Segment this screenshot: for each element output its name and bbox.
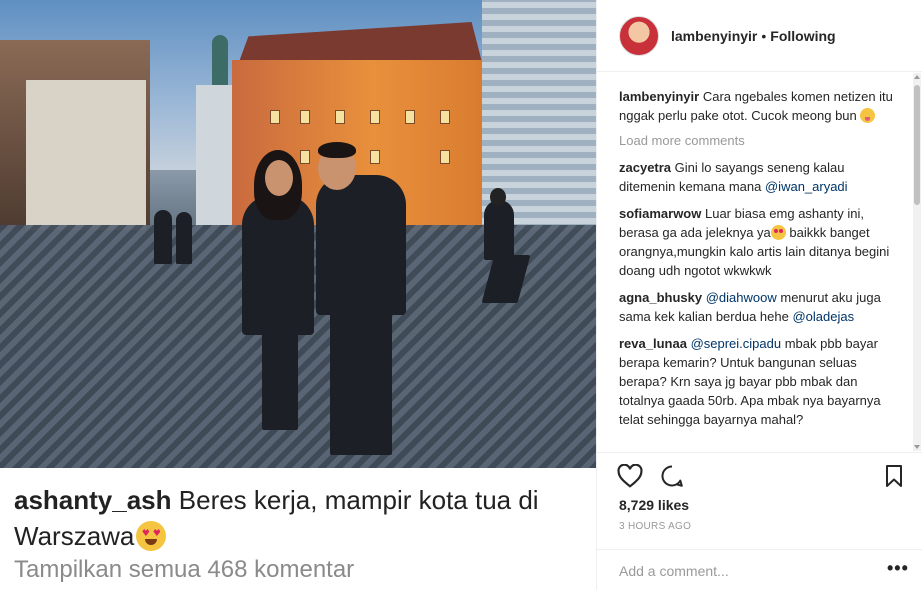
comment-username[interactable]: lambenyinyir [619, 89, 699, 104]
photo-window [440, 150, 450, 164]
scrollbar-thumb[interactable] [914, 85, 920, 205]
comment-username[interactable]: zacyetra [619, 160, 671, 175]
comment-username[interactable]: sofiamarwow [619, 206, 701, 221]
comment-item: agna_bhusky @diahwoow menurut aku juga s… [619, 288, 897, 326]
following-button[interactable]: Following [770, 28, 835, 44]
comment-mention[interactable]: @iwan_aryadi [765, 179, 848, 194]
post-media: ashanty_ash Beres kerja, mampir kota tua… [0, 0, 596, 590]
comment-item: sofiamarwow Luar biasa emg ashanty ini, … [619, 204, 897, 280]
photo-window [300, 150, 310, 164]
photo-hair [318, 142, 356, 158]
photo-person [316, 175, 406, 315]
add-comment-bar: ••• [597, 549, 922, 590]
more-options-icon[interactable]: ••• [887, 558, 909, 579]
show-all-comments-link[interactable]: Tampilkan semua 468 komentar [14, 556, 354, 584]
heart-icon[interactable] [617, 463, 643, 489]
comments-list: lambenyinyir Cara ngebales komen netizen… [597, 73, 913, 451]
comment-mention[interactable]: @diahwoow [706, 290, 777, 305]
comments-scrollbar[interactable] [913, 73, 921, 451]
comment-icon[interactable] [659, 463, 685, 489]
heart-eyes-emoji-icon [770, 225, 786, 240]
photo-spire [212, 35, 228, 90]
post-photo[interactable] [0, 0, 596, 468]
photo-window [270, 110, 280, 124]
photo-face [265, 160, 293, 196]
comment-item: zacyetra Gini lo sayangs seneng kalau di… [619, 158, 897, 196]
post-caption: ashanty_ash Beres kerja, mampir kota tua… [14, 482, 586, 554]
likes-count[interactable]: 8,729 likes [619, 497, 689, 513]
photo-window [300, 110, 310, 124]
header-username[interactable]: lambenyinyir [671, 28, 757, 44]
post-timestamp: 3 HOURS AGO [619, 521, 692, 532]
header-separator: • [761, 27, 767, 44]
post-actions: 8,729 likes 3 HOURS AGO ••• [597, 452, 922, 590]
comment-item: reva_lunaa @seprei.cipadu mbak pbb bayar… [619, 334, 897, 429]
photo-window [370, 110, 380, 124]
photo-building [26, 80, 146, 230]
comment-username[interactable]: reva_lunaa [619, 336, 687, 351]
photo-face [490, 188, 506, 206]
photo-person-legs [262, 330, 298, 430]
caption-username[interactable]: ashanty_ash [14, 485, 172, 515]
photo-person-legs [330, 305, 392, 455]
photo-person [176, 212, 192, 264]
heart-eyes-emoji-icon [136, 521, 167, 551]
photo-person [154, 210, 172, 264]
photo-window [405, 110, 415, 124]
bookmark-icon[interactable] [881, 463, 907, 489]
load-more-comments-button[interactable]: Load more comments [619, 133, 897, 148]
post-header: lambenyinyir • Following [597, 0, 922, 72]
scroll-down-arrow-icon[interactable] [914, 445, 920, 449]
photo-person [484, 200, 514, 260]
main-comment: lambenyinyir Cara ngebales komen netizen… [619, 87, 897, 125]
post-side-panel: lambenyinyir • Following lambenyinyir Ca… [596, 0, 922, 590]
avatar[interactable] [619, 15, 659, 56]
scroll-up-arrow-icon[interactable] [914, 75, 920, 79]
add-comment-input[interactable] [619, 560, 869, 582]
photo-window [440, 110, 450, 124]
comment-mention[interactable]: @seprei.cipadu [691, 336, 782, 351]
photo-window [370, 150, 380, 164]
photo-window [335, 110, 345, 124]
comment-mention[interactable]: @oladejas [792, 309, 854, 324]
comment-username[interactable]: agna_bhusky [619, 290, 702, 305]
tongue-out-emoji-icon [860, 108, 876, 123]
action-icons [597, 453, 922, 497]
